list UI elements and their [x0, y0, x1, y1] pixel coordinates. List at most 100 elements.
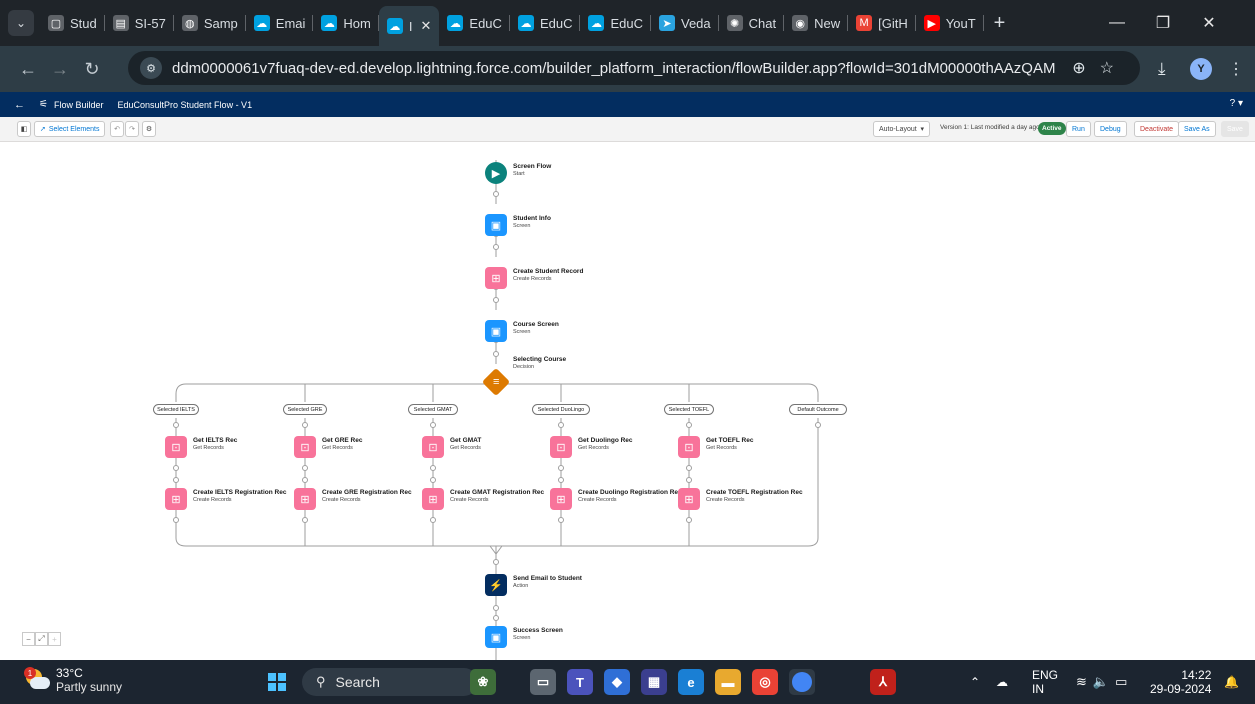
copilot-icon[interactable]: ◆ — [604, 669, 630, 695]
fit-view-button[interactable]: ⤢ — [35, 632, 48, 646]
zoom-in-button[interactable]: + — [48, 632, 61, 646]
create-records-node[interactable]: ⊞ Create TOEFL Registration Rec Create Rec… — [678, 488, 803, 510]
chrome-icon[interactable]: ◎ — [752, 669, 778, 695]
show-hidden-icons[interactable]: ⌃ — [970, 660, 980, 704]
site-info-icon[interactable]: ⚙ — [140, 57, 162, 79]
decision-outcome-pill[interactable]: Selected IELTS — [153, 404, 199, 415]
file-explorer-icon[interactable]: ▬ — [715, 669, 741, 695]
windows-start-icon[interactable] — [268, 673, 286, 691]
browser-tab[interactable]: ☁ EduC — [580, 6, 651, 40]
zoom-out-button[interactable]: − — [22, 632, 35, 646]
decision-outcome-pill[interactable]: Selected GRE — [283, 404, 327, 415]
reload-button[interactable]: ↻ — [76, 59, 108, 80]
restore-button[interactable]: ❐ — [1140, 0, 1186, 46]
get-records-node[interactable]: ⊡ Get TOEFL Rec Get Records — [678, 436, 753, 458]
clock[interactable]: 14:22 29-09-2024 — [1150, 660, 1211, 704]
onedrive-icon[interactable]: ☁ — [996, 660, 1008, 704]
start-node[interactable]: ▶ Screen Flow Start — [485, 162, 551, 184]
back-to-flows-button[interactable]: ← — [14, 99, 25, 111]
arrow-left-icon: ← — [14, 98, 25, 111]
student-info-node[interactable]: ▣ Student Info Screen — [485, 214, 551, 236]
success-screen-node[interactable]: ▣ Success Screen Screen — [485, 626, 563, 648]
create-records-node[interactable]: ⊞ Create GMAT Registration Rec Create Reco… — [422, 488, 544, 510]
send-email-node[interactable]: ⚡ Send Email to Student Action — [485, 574, 582, 596]
browser-tab[interactable]: ☁ Hom — [313, 6, 380, 40]
browser-menu-button[interactable]: ⋮ — [1228, 46, 1244, 92]
minimize-button[interactable]: — — [1094, 0, 1140, 46]
task-view-icon[interactable]: ▭ — [530, 669, 556, 695]
tab-label: Emai — [275, 15, 306, 31]
get-records-node[interactable]: ⊡ Get GRE Rec Get Records — [294, 436, 362, 458]
deactivate-button[interactable]: Deactivate — [1134, 121, 1180, 137]
flow-icon: ⚟ — [39, 99, 48, 110]
browser-tab[interactable]: ◍ Samp — [174, 6, 246, 40]
close-window-button[interactable]: ✕ — [1186, 0, 1232, 46]
save-as-button[interactable]: Save As — [1178, 121, 1216, 137]
get-records-node[interactable]: ⊡ Get Duolingo Rec Get Records — [550, 436, 633, 458]
chrome-profile-icon[interactable] — [789, 669, 815, 695]
debug-button[interactable]: Debug — [1094, 121, 1127, 137]
zoom-icon[interactable]: ⊕ — [1072, 60, 1099, 77]
teams-icon[interactable]: T — [567, 669, 593, 695]
select-elements-button[interactable]: ➚ Select Elements — [34, 121, 106, 137]
browser-tab[interactable]: ◉ New — [784, 6, 849, 40]
decision-node[interactable]: ≡ — [481, 367, 511, 397]
course-screen-node[interactable]: ▣ Course Screen Screen — [485, 320, 559, 342]
tab-search-button[interactable]: ⌄ — [8, 10, 34, 36]
create-records-node[interactable]: ⊞ Create IELTS Registration Rec Create Rec… — [165, 488, 286, 510]
browser-tab[interactable]: ▤ SI-57 — [105, 6, 174, 40]
undo-button[interactable]: ↶ — [110, 121, 124, 137]
browser-tab[interactable]: ☁ EduC — [439, 6, 510, 40]
get-records-node[interactable]: ⊡ Get IELTS Rec Get Records — [165, 436, 237, 458]
youtube-icon: ▶ — [923, 15, 940, 31]
create-student-record-node[interactable]: ⊞ Create Student Record Create Records — [485, 267, 583, 289]
back-button[interactable]: ← — [12, 59, 44, 80]
tab-label: EduC — [610, 15, 643, 31]
forward-button[interactable]: → — [44, 59, 76, 80]
layout-select[interactable]: Auto-Layout ▾ — [873, 121, 930, 137]
decision-outcome-pill[interactable]: Selected DuoLingo — [532, 404, 590, 415]
salesforce-cloud-icon: ☁ — [321, 15, 338, 31]
node-title: Create IELTS Registration Rec — [193, 489, 287, 496]
new-tab-button[interactable]: + — [984, 12, 1016, 35]
edge-icon[interactable]: e — [678, 669, 704, 695]
decision-outcome-pill[interactable]: Default Outcome — [789, 404, 847, 415]
notifications-bell[interactable]: 🔔 — [1224, 660, 1239, 704]
help-menu[interactable]: ? ▾ — [1230, 98, 1243, 109]
browser-tab[interactable]: ▢ Stud — [40, 6, 105, 40]
browser-tab[interactable]: ➤ Veda — [651, 6, 719, 40]
browser-tab[interactable]: ☁ EduC — [510, 6, 581, 40]
browser-tab[interactable]: ☁ Emai — [246, 6, 314, 40]
browser-tab[interactable]: ✺ Chat — [719, 6, 785, 40]
get-records-icon: ⊡ — [294, 436, 316, 458]
decision-outcome-pill[interactable]: Selected TOEFL — [664, 404, 714, 415]
create-records-node[interactable]: ⊞ Create GRE Registration Rec Create Recor… — [294, 488, 412, 510]
profile-button[interactable]: Y — [1190, 46, 1212, 92]
redo-button[interactable]: ↷ — [125, 121, 139, 137]
taskbar-search[interactable]: ⚲ Search — [302, 668, 478, 696]
bookmark-star-icon[interactable]: ☆ — [1100, 60, 1128, 77]
decision-outcome-pill[interactable]: Selected GMAT — [408, 404, 458, 415]
run-button[interactable]: Run — [1066, 121, 1091, 137]
flow-name: EduConsultPro Student Flow - V1 — [117, 99, 253, 110]
weather-condition: Partly sunny — [56, 680, 123, 694]
browser-tab[interactable]: M [GitH — [848, 6, 916, 40]
layout-select-value: Auto-Layout — [879, 125, 917, 133]
save-button[interactable]: Save — [1221, 121, 1249, 137]
language-indicator[interactable]: ENG IN — [1032, 660, 1058, 704]
weather-widget[interactable]: 1 33°C Partly sunny — [24, 666, 122, 694]
get-records-node[interactable]: ⊡ Get GMAT Get Records — [422, 436, 481, 458]
close-tab-icon[interactable]: ✕ — [421, 18, 432, 34]
address-bar[interactable]: ⚙ ddm0000061v7fuaq-dev-ed.develop.lightn… — [128, 51, 1140, 85]
browser-tab[interactable]: ▶ YouT — [916, 6, 984, 40]
flow-canvas[interactable]: ▶ Screen Flow Start ▣ Student Info Screen … — [0, 142, 1255, 660]
widgets-app-icon[interactable]: ❀ — [470, 669, 496, 695]
store-icon[interactable]: ▦ — [641, 669, 667, 695]
acrobat-icon[interactable]: ⅄ — [870, 669, 896, 695]
toggle-toolbox-button[interactable]: ◧ — [17, 121, 31, 137]
downloads-button[interactable]: ⤓ — [1158, 46, 1166, 92]
browser-tab[interactable]: ☁ I ✕ — [378, 6, 440, 46]
create-records-node[interactable]: ⊞ Create Duolingo Registration Rec Create … — [550, 488, 682, 510]
network-volume-battery[interactable]: ≋ 🔈 ▭ — [1076, 660, 1133, 704]
flow-properties-button[interactable]: ⚙ — [142, 121, 156, 137]
